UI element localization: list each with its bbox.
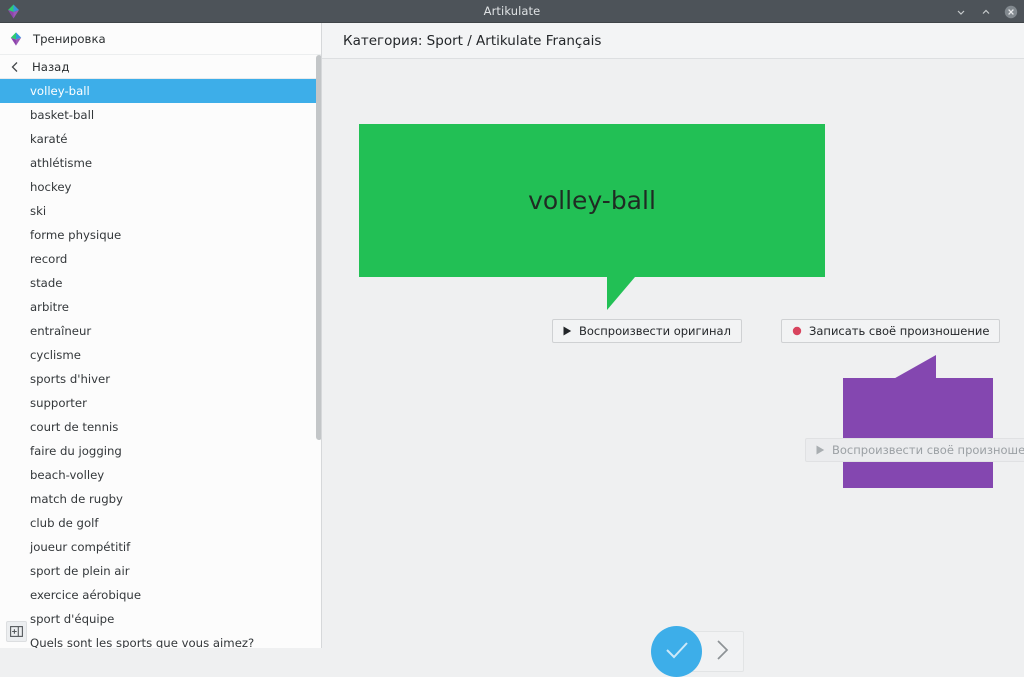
list-item-label: hockey — [30, 180, 72, 194]
list-item-label: club de golf — [30, 516, 99, 530]
sidebar: Тренировка Назад volley-ball basket-ball k… — [0, 23, 322, 648]
list-item-label: exercice aérobique — [30, 588, 142, 602]
list-item[interactable]: Quels sont les sports que vous aimez? — [0, 631, 321, 648]
play-original-label: Воспроизвести оригинал — [579, 324, 731, 338]
list-item-label: record — [30, 252, 68, 266]
maximize-icon[interactable] — [978, 4, 993, 19]
list-item[interactable]: match de rugby — [0, 487, 321, 511]
check-icon — [664, 639, 690, 665]
sidebar-back-label: Назад — [32, 59, 70, 74]
panel-toggle-icon[interactable] — [6, 621, 27, 642]
record-label: Записать своё произношение — [809, 324, 990, 338]
list-item-label: cyclisme — [30, 348, 81, 362]
list-item-label: athlétisme — [30, 156, 93, 170]
record-button[interactable]: Записать своё произношение — [781, 319, 1001, 343]
list-item-label: sport de plein air — [30, 564, 130, 578]
list-item[interactable]: stade — [0, 271, 321, 295]
training-stage: volley-ball Воспроизвести оригинал Запис… — [322, 59, 1024, 677]
done-button[interactable] — [651, 626, 702, 677]
breadcrumb: Категория: Sport / Artikulate Français — [343, 32, 602, 49]
list-item-label: Quels sont les sports que vous aimez? — [30, 636, 255, 648]
list-item[interactable]: court de tennis — [0, 415, 321, 439]
list-item-label: joueur compétitif — [30, 540, 131, 554]
list-item[interactable]: hockey — [0, 175, 321, 199]
window-title: Artikulate — [483, 4, 541, 18]
list-item-label: arbitre — [30, 300, 69, 314]
play-own-label: Воспроизвести своё произношение — [832, 443, 1024, 457]
original-phrase-bubble: volley-ball — [359, 124, 825, 277]
list-item-label: basket-ball — [30, 108, 95, 122]
list-item[interactable]: record — [0, 247, 321, 271]
list-item-label: forme physique — [30, 228, 122, 242]
close-icon[interactable] — [1003, 4, 1018, 19]
sidebar-header: Тренировка — [0, 23, 321, 55]
window-titlebar: Artikulate — [0, 0, 1024, 23]
recording-bubble — [843, 378, 993, 488]
list-item-label: stade — [30, 276, 63, 290]
list-item-label: match de rugby — [30, 492, 123, 506]
artikulate-logo-icon — [8, 31, 24, 47]
list-item[interactable]: faire du jogging — [0, 439, 321, 463]
list-item-label: sports d'hiver — [30, 372, 111, 386]
list-item-label: sport d'équipe — [30, 612, 115, 626]
phrase-list: volley-ball basket-ball karaté athlétisme ho… — [0, 79, 321, 648]
list-item[interactable]: supporter — [0, 391, 321, 415]
phrase-text: volley-ball — [528, 186, 656, 215]
list-item[interactable]: exercice aérobique — [0, 583, 321, 607]
list-item-label: faire du jogging — [30, 444, 122, 458]
list-item-label: supporter — [30, 396, 87, 410]
artikulate-logo-icon — [5, 3, 22, 20]
list-item[interactable]: joueur compétitif — [0, 535, 321, 559]
minimize-icon[interactable] — [953, 4, 968, 19]
list-item[interactable]: forme physique — [0, 223, 321, 247]
list-item-label: entraîneur — [30, 324, 92, 338]
list-item-label: ski — [30, 204, 47, 218]
play-own-recording-button[interactable]: Воспроизвести своё произношение — [805, 438, 1024, 462]
play-icon — [563, 326, 572, 336]
list-item[interactable]: sport de plein air — [0, 559, 321, 583]
list-item-label: beach-volley — [30, 468, 105, 482]
sidebar-header-label: Тренировка — [33, 31, 106, 46]
window-controls — [953, 0, 1018, 23]
list-item[interactable]: arbitre — [0, 295, 321, 319]
list-item[interactable]: basket-ball — [0, 103, 321, 127]
list-item-label: court de tennis — [30, 420, 119, 434]
list-item[interactable]: club de golf — [0, 511, 321, 535]
main-area: Категория: Sport / Artikulate Français v… — [322, 23, 1024, 677]
list-item[interactable]: sport d'équipe — [0, 607, 321, 631]
list-item[interactable]: karaté — [0, 127, 321, 151]
play-icon-disabled — [816, 445, 825, 455]
sidebar-back-button[interactable]: Назад — [0, 55, 321, 79]
list-item[interactable]: cyclisme — [0, 343, 321, 367]
play-original-button[interactable]: Воспроизвести оригинал — [552, 319, 742, 343]
list-item[interactable]: athlétisme — [0, 151, 321, 175]
list-item[interactable]: sports d'hiver — [0, 367, 321, 391]
list-item[interactable]: entraîneur — [0, 319, 321, 343]
chevron-right-icon — [714, 638, 731, 666]
main-header: Категория: Sport / Artikulate Français — [322, 23, 1024, 59]
list-item[interactable]: beach-volley — [0, 463, 321, 487]
chevron-left-icon — [10, 61, 20, 73]
list-item[interactable]: volley-ball — [0, 79, 321, 103]
original-phrase-bubble-tail — [607, 277, 635, 310]
list-item-label: volley-ball — [30, 84, 90, 98]
list-item-label: karaté — [30, 132, 68, 146]
record-dot-icon — [792, 326, 802, 336]
list-item[interactable]: ski — [0, 199, 321, 223]
